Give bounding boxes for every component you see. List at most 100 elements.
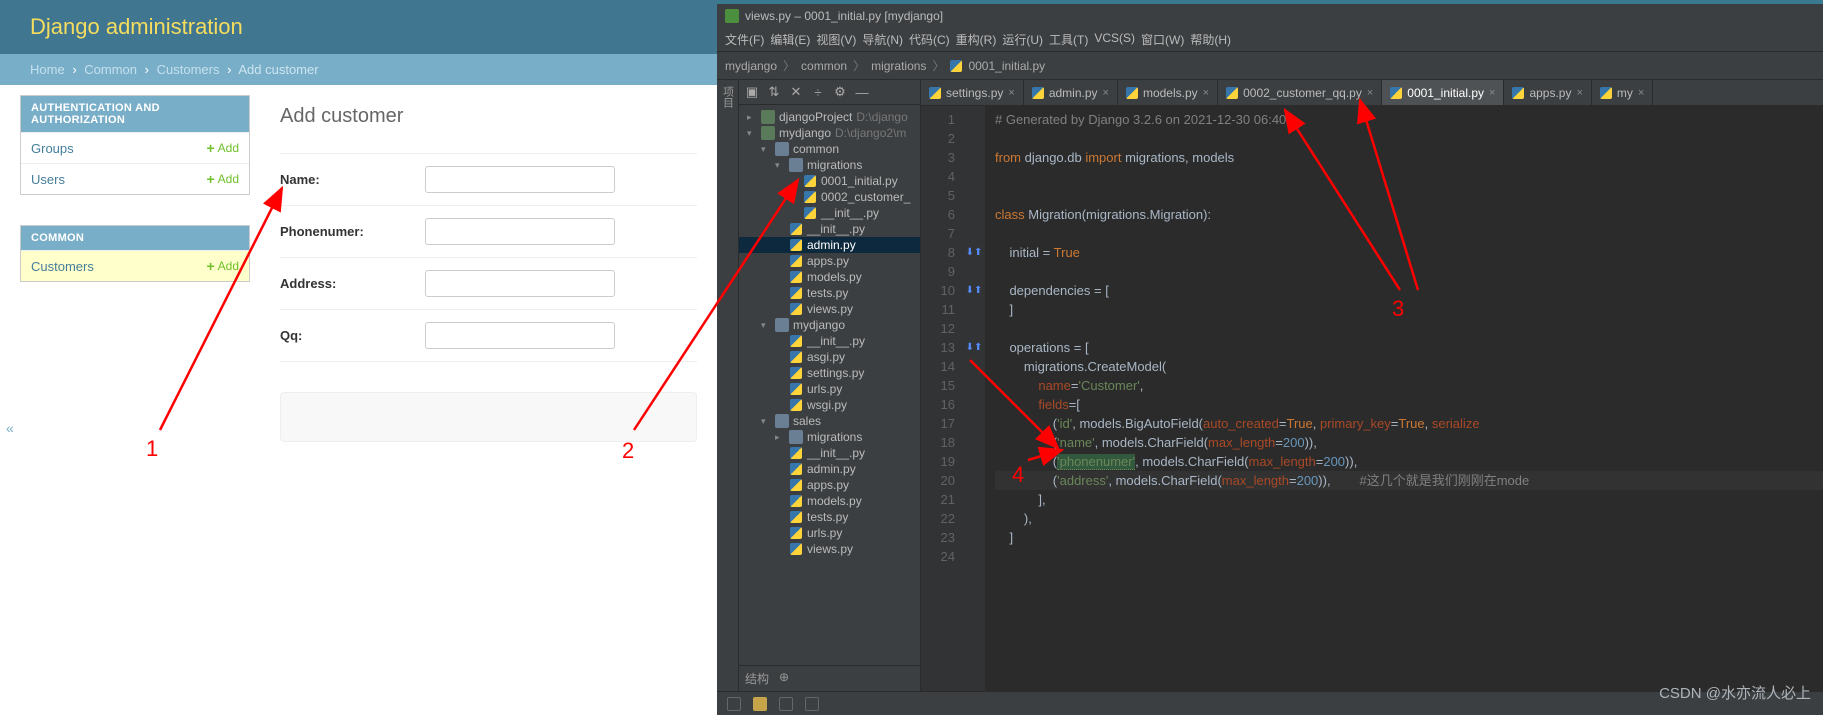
tree-node[interactable]: admin.py [739, 237, 920, 253]
tree-node[interactable]: __init__.py [739, 445, 920, 461]
tree-node[interactable]: __init__.py [739, 205, 920, 221]
toolstrip-project[interactable]: 项目 [720, 86, 736, 108]
module-header[interactable]: AUTHENTICATION AND AUTHORIZATION [21, 96, 249, 132]
close-icon[interactable]: × [1008, 87, 1014, 99]
model-link[interactable]: Customers [31, 259, 94, 274]
tree-arrow-icon[interactable]: ▾ [747, 128, 757, 139]
menu-item[interactable]: VCS(S) [1094, 31, 1135, 48]
add-tab-icon[interactable]: ⊕ [779, 670, 789, 687]
tree-node[interactable]: 0002_customer_ [739, 189, 920, 205]
tree-node[interactable]: apps.py [739, 477, 920, 493]
status-icon[interactable] [779, 697, 793, 711]
tree-node[interactable]: ▾migrations [739, 157, 920, 173]
add-link[interactable]: + Add [206, 171, 239, 187]
close-icon[interactable]: × [1367, 87, 1373, 99]
close-icon[interactable]: × [1203, 87, 1209, 99]
code-editor[interactable]: 123456789101112131415161718192021222324 … [921, 106, 1823, 691]
collapse-sidebar-icon[interactable]: « [6, 420, 14, 436]
breadcrumb-model[interactable]: Customers [157, 62, 220, 77]
tree-node[interactable]: tests.py [739, 509, 920, 525]
menu-item[interactable]: 文件(F) [725, 31, 764, 48]
python-file-icon [1126, 87, 1138, 99]
tree-node[interactable]: views.py [739, 301, 920, 317]
menu-item[interactable]: 代码(C) [909, 31, 950, 48]
tree-node[interactable]: settings.py [739, 365, 920, 381]
editor-tab[interactable]: apps.py× [1504, 80, 1591, 105]
model-link[interactable]: Groups [31, 141, 74, 156]
structure-tab[interactable]: 结构 [745, 670, 769, 687]
menu-item[interactable]: 重构(R) [956, 31, 997, 48]
close-icon[interactable]: × [1489, 87, 1495, 99]
editor-tab[interactable]: 0001_initial.py× [1382, 80, 1504, 105]
tree-node[interactable]: __init__.py [739, 333, 920, 349]
text-input[interactable] [425, 270, 615, 297]
close-icon[interactable]: × [1103, 87, 1109, 99]
tree-label: apps.py [807, 478, 849, 492]
menu-item[interactable]: 工具(T) [1049, 31, 1088, 48]
toolbar-icon[interactable]: ⚙ [833, 84, 847, 100]
tree-node[interactable]: ▾mydjango D:\django2\m [739, 125, 920, 141]
status-icon[interactable] [753, 697, 767, 711]
tree-node[interactable]: admin.py [739, 461, 920, 477]
tree-node[interactable]: ▸migrations [739, 429, 920, 445]
text-input[interactable] [425, 218, 615, 245]
status-icon[interactable] [727, 697, 741, 711]
tree-node[interactable]: views.py [739, 541, 920, 557]
toolbar-icon[interactable]: ÷ [811, 85, 825, 100]
menu-item[interactable]: 帮助(H) [1190, 31, 1231, 48]
tab-label: admin.py [1049, 86, 1098, 100]
editor-tab[interactable]: models.py× [1118, 80, 1218, 105]
tree-node[interactable]: __init__.py [739, 221, 920, 237]
editor-tab[interactable]: admin.py × [1024, 80, 1118, 105]
text-input[interactable] [425, 322, 615, 349]
add-link[interactable]: + Add [206, 140, 239, 156]
tree-node[interactable]: asgi.py [739, 349, 920, 365]
breadcrumb-segment[interactable]: mydjango [725, 59, 777, 73]
tree-node[interactable]: 0001_initial.py [739, 173, 920, 189]
toolbar-icon[interactable]: ▣ [745, 84, 759, 100]
breadcrumb-home[interactable]: Home [30, 62, 65, 77]
tree-node[interactable]: wsgi.py [739, 397, 920, 413]
tree-arrow-icon[interactable]: ▸ [747, 112, 757, 123]
tree-node[interactable]: tests.py [739, 285, 920, 301]
menu-item[interactable]: 导航(N) [862, 31, 903, 48]
breadcrumb-segment[interactable]: 0001_initial.py [968, 59, 1045, 73]
menu-item[interactable]: 视图(V) [816, 31, 856, 48]
toolbar-icon[interactable]: ✕ [789, 84, 803, 100]
code-area[interactable]: # Generated by Django 3.2.6 on 2021-12-3… [985, 106, 1823, 691]
model-link[interactable]: Users [31, 172, 65, 187]
project-tree[interactable]: ▸djangoProject D:\django▾mydjango D:\dja… [739, 105, 920, 665]
tree-arrow-icon[interactable]: ▸ [775, 432, 785, 443]
editor-wrap: settings.py×admin.py×models.py×0002_cust… [921, 80, 1823, 691]
menu-item[interactable]: 运行(U) [1002, 31, 1043, 48]
menu-item[interactable]: 编辑(E) [770, 31, 810, 48]
tree-arrow-icon[interactable]: ▾ [761, 144, 771, 155]
tree-node[interactable]: models.py [739, 269, 920, 285]
tree-arrow-icon[interactable]: ▾ [775, 160, 785, 171]
editor-tab[interactable]: my× [1592, 80, 1653, 105]
breadcrumb-app[interactable]: Common [84, 62, 137, 77]
tree-arrow-icon[interactable]: ▾ [761, 320, 771, 331]
editor-tab[interactable]: 0002_customer_qq.py× [1218, 80, 1382, 105]
tree-arrow-icon[interactable]: ▾ [761, 416, 771, 427]
tree-node[interactable]: models.py [739, 493, 920, 509]
tree-node[interactable]: urls.py [739, 525, 920, 541]
module-header[interactable]: COMMON [21, 226, 249, 250]
toolbar-icon[interactable]: — [855, 85, 869, 100]
toolbar-icon[interactable]: ⇅ [767, 84, 781, 100]
breadcrumb-segment[interactable]: migrations [871, 59, 926, 73]
text-input[interactable] [425, 166, 615, 193]
editor-tab[interactable]: settings.py× [921, 80, 1024, 105]
tree-node[interactable]: apps.py [739, 253, 920, 269]
close-icon[interactable]: × [1576, 87, 1582, 99]
breadcrumb-segment[interactable]: common [801, 59, 847, 73]
tree-node[interactable]: urls.py [739, 381, 920, 397]
tree-node[interactable]: ▾mydjango [739, 317, 920, 333]
tree-node[interactable]: ▾common [739, 141, 920, 157]
close-icon[interactable]: × [1638, 87, 1644, 99]
menu-item[interactable]: 窗口(W) [1141, 31, 1184, 48]
tree-node[interactable]: ▸djangoProject D:\django [739, 109, 920, 125]
status-icon[interactable] [805, 697, 819, 711]
tree-node[interactable]: ▾sales [739, 413, 920, 429]
add-link[interactable]: + Add [206, 258, 239, 274]
